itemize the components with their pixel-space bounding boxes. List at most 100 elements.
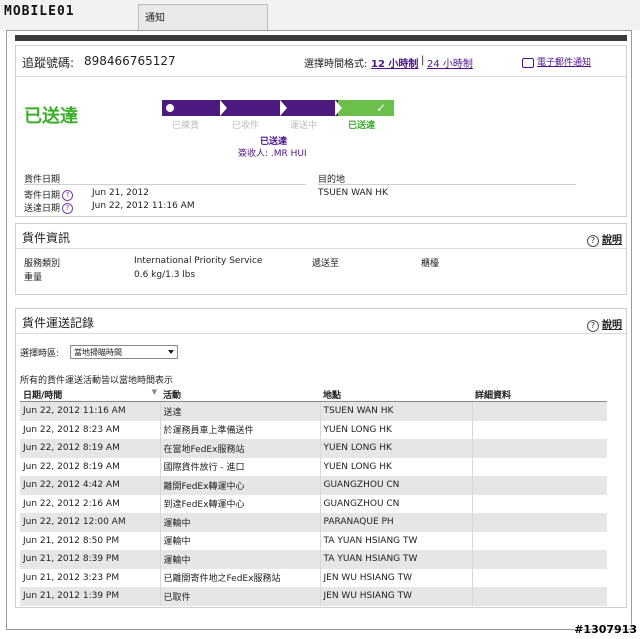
cell-location: GUANGZHOU CN	[320, 476, 473, 495]
cell-datetime: Jun 22, 2012 4:42 AM	[20, 476, 161, 495]
tracking-number: 898466765127	[84, 54, 176, 68]
progress-purple-segment	[162, 100, 342, 116]
cell-details	[472, 532, 607, 551]
header-bar	[15, 35, 627, 41]
cell-activity: 運輸中	[160, 550, 321, 569]
cell-activity: 運輸中	[160, 531, 321, 550]
cell-location: YUEN LONG HK	[320, 439, 473, 458]
cell-activity: 送達	[160, 401, 321, 421]
help-icon[interactable]: ?	[62, 203, 74, 214]
table-row: Jun 21, 2012 1:39 PM 已取件 JEN WU HSIANG TW	[20, 587, 607, 606]
delivery-status: 已送達	[24, 106, 78, 127]
stage-label-received: 已收件	[232, 121, 260, 131]
cell-location: TA YUAN HSIANG TW	[320, 550, 473, 569]
divider	[16, 76, 626, 77]
table-row: Jun 22, 2012 8:19 AM 在當地FedEx服務站 YUEN LONG…	[20, 439, 607, 458]
cell-details	[472, 439, 607, 458]
envelope-icon	[522, 57, 534, 68]
check-icon: ✓	[376, 101, 387, 115]
cell-datetime: Jun 22, 2012 8:23 AM	[20, 420, 161, 439]
cell-activity: 在當地FedEx服務站	[160, 439, 321, 458]
cell-datetime: Jun 22, 2012 8:19 AM	[20, 439, 161, 458]
tab-notification[interactable]: 通知	[138, 4, 268, 30]
cell-details	[472, 495, 607, 514]
cell-details	[472, 587, 607, 606]
cell-datetime: Jun 22, 2012 2:16 AM	[20, 494, 161, 513]
cell-datetime: Jun 21, 2012 8:39 PM	[20, 550, 161, 569]
table-row: Jun 22, 2012 4:42 AM 離開FedEx轉運中心 GUANGZHOU…	[20, 476, 607, 495]
cell-activity: 到達FedEx轉運中心	[160, 494, 321, 513]
cell-datetime: Jun 21, 2012 8:50 PM	[20, 531, 161, 550]
shipment-info-header: 貨件資訊 ? 說明	[16, 224, 626, 249]
cell-location: YUEN LONG HK	[320, 457, 473, 476]
chevron-down-icon	[168, 350, 174, 354]
cell-location: GUANGZHOU CN	[320, 494, 473, 513]
weight-value: 0.6 kg/1.3 lbs	[134, 270, 196, 280]
cell-location: YUEN LONG HK	[320, 420, 473, 439]
table-row: Jun 21, 2012 8:39 PM 運輸中 TA YUAN HSIANG TW	[20, 550, 607, 569]
travel-history-table: 日期/時間 ▼ 活動 地點 詳細資料 Jun 22, 2012 11:16 AM 送…	[20, 387, 607, 606]
timezone-select[interactable]: 當地掃瞄時間	[70, 345, 178, 359]
cell-datetime: Jun 22, 2012 8:19 AM	[20, 457, 161, 476]
delivered-to-label: 遞送至	[312, 259, 340, 269]
table-row: Jun 22, 2012 12:00 AM 運輸中 PARANAQUE PH	[20, 513, 607, 532]
table-row: Jun 22, 2012 11:16 AM 送達 TSUEN WAN HK	[20, 401, 607, 421]
history-help-link[interactable]: ? 說明	[587, 316, 622, 332]
cell-details	[472, 458, 607, 477]
cell-location: TA YUAN HSIANG TW	[320, 531, 473, 550]
service-value: International Priority Service	[134, 256, 263, 266]
time-format-label: 選擇時間格式:	[304, 59, 368, 70]
browser-toolbar: MOBILE01 通知	[0, 0, 640, 30]
tracking-page: 追蹤號碼: 898466765127 選擇時間格式: 12 小時制 | 24 小…	[6, 30, 632, 630]
delivery-date-label: 送達日期?	[24, 201, 74, 214]
shipment-info-title: 貨件資訊	[22, 231, 71, 245]
cell-datetime: Jun 22, 2012 11:16 AM	[20, 401, 161, 421]
travel-history-title: 貨件運送記錄	[22, 316, 95, 330]
destination: TSUEN WAN HK	[318, 188, 388, 198]
progress-chevron-3	[335, 100, 342, 116]
email-notification-link[interactable]: 電子郵件通知	[522, 55, 591, 68]
cell-activity: 離開FedEx轉運中心	[160, 476, 321, 495]
stage-label-picked: 已揀貨	[172, 121, 200, 131]
table-row: Jun 21, 2012 8:50 PM 運輸中 TA YUAN HSIANG TW	[20, 531, 607, 551]
delivery-date: Jun 22, 2012 11:16 AM	[92, 201, 195, 211]
table-row: Jun 21, 2012 3:23 PM 已離開寄件地之FedEx服務站 JEN W…	[20, 568, 607, 588]
tracking-number-label: 追蹤號碼:	[22, 56, 75, 70]
format-24-link[interactable]: 24 小時制	[427, 55, 473, 70]
sort-down-icon: ▼	[151, 387, 157, 396]
progress-chevron-1	[220, 100, 227, 116]
cell-activity: 運輸中	[160, 513, 321, 532]
delivered-to-value: 櫃檯	[421, 259, 440, 269]
format-12-link[interactable]: 12 小時制	[371, 55, 418, 70]
cell-details	[472, 421, 607, 440]
cell-location: TSUEN WAN HK	[320, 401, 473, 421]
table-row: Jun 22, 2012 8:19 AM 國際貨件放行 - 進口 YUEN LONG…	[20, 457, 607, 477]
cell-details	[472, 550, 607, 569]
cell-details	[472, 513, 607, 532]
travel-history-panel: 貨件運送記錄 ? 說明 選擇時區: 當地掃瞄時間 所有的貨件運送活動皆以當地時間表…	[15, 308, 627, 608]
table-row: Jun 22, 2012 8:23 AM 於運務員車上準備送件 YUEN LONG …	[20, 420, 607, 440]
table-header-row: 日期/時間 ▼ 活動 地點 詳細資料	[20, 387, 607, 402]
cell-details	[472, 569, 607, 588]
watermark: #1307913	[574, 623, 637, 636]
column-header-location: 地點	[320, 387, 472, 402]
cell-location: JEN WU HSIANG TW	[320, 587, 473, 606]
destination-underline	[318, 184, 576, 185]
dates-underline	[24, 184, 306, 185]
progress-start-dot	[166, 104, 174, 112]
travel-history-header: 貨件運送記錄 ? 說明	[16, 309, 626, 334]
signed-by: 簽收人: .MR HUI	[238, 149, 307, 159]
cell-activity: 於運務員車上準備送件	[160, 420, 321, 439]
cell-activity: 已離開寄件地之FedEx服務站	[160, 568, 321, 587]
progress-bar: ✓	[162, 100, 398, 116]
shipment-help-link[interactable]: ? 說明	[587, 231, 622, 247]
help-icon[interactable]: ?	[62, 190, 74, 201]
cell-datetime: Jun 21, 2012 1:39 PM	[20, 587, 161, 606]
column-header-activity: 活動	[160, 387, 320, 402]
stage-label-in-transit: 運送中	[290, 121, 318, 131]
help-icon: ?	[587, 235, 599, 247]
tracking-summary-panel: 追蹤號碼: 898466765127 選擇時間格式: 12 小時制 | 24 小…	[15, 45, 627, 217]
column-header-datetime[interactable]: 日期/時間 ▼	[20, 387, 160, 402]
timezone-label: 選擇時區:	[20, 349, 60, 359]
help-icon: ?	[587, 320, 599, 332]
